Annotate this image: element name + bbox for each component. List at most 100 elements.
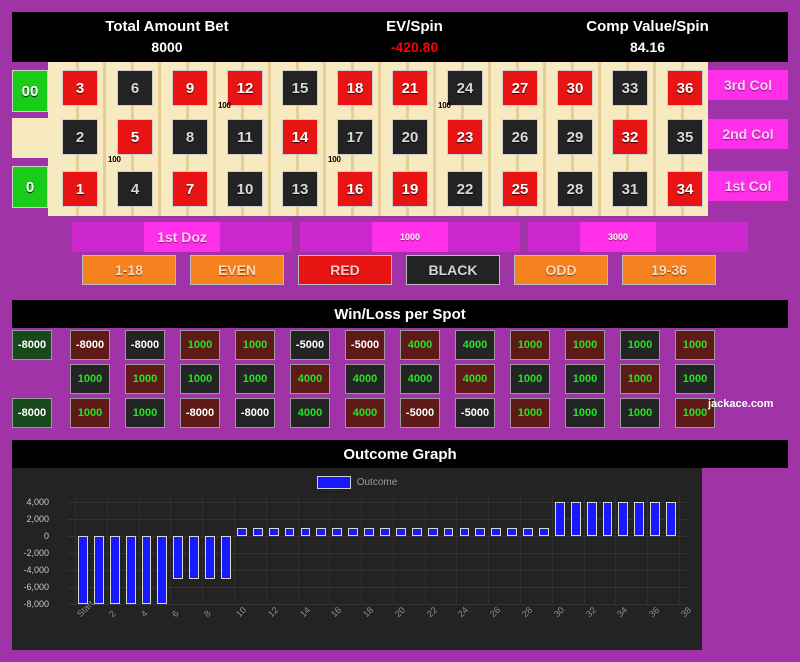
winloss-cell: 1000 — [180, 330, 220, 360]
chart-bar — [93, 536, 104, 604]
bet-cell-6[interactable]: 6 — [117, 70, 153, 106]
bet-cell-33[interactable]: 33 — [612, 70, 648, 106]
outside-bet-red[interactable]: RED — [298, 255, 392, 285]
winloss-cell: -8000 — [235, 398, 275, 428]
chart-bar — [173, 536, 184, 579]
bet-cell-11[interactable]: 11 — [227, 119, 263, 155]
dozen-bet-amount[interactable]: 3000 — [580, 222, 656, 252]
bet-cell-31[interactable]: 31 — [612, 171, 648, 207]
column-bet-1st-col[interactable]: 1st Col — [708, 171, 788, 201]
chart-bar — [666, 502, 677, 537]
bet-cell-18[interactable]: 18 — [337, 70, 373, 106]
stat-label: EV/Spin — [386, 18, 443, 36]
stats-header: Total Amount Bet 8000 EV/Spin -420.80 Co… — [12, 12, 788, 62]
chart-y-tick-label: -4,000 — [23, 565, 49, 576]
legend-label-outcome: Outcome — [356, 476, 398, 488]
bet-cell-32[interactable]: 32 — [612, 119, 648, 155]
chart-bar — [77, 536, 88, 604]
winloss-cell: 1000 — [620, 398, 660, 428]
chart-x-tick-label: 4 — [138, 608, 150, 620]
chart-x-tick-label: 34 — [615, 604, 630, 620]
winloss-cell: 4000 — [455, 330, 495, 360]
chart-bar — [491, 527, 502, 537]
column-bet-3rd-col[interactable]: 3rd Col — [708, 70, 788, 100]
bet-cell-28[interactable]: 28 — [557, 171, 593, 207]
chart-x-tick-label: 20 — [392, 604, 408, 620]
bet-cell-9[interactable]: 9 — [172, 70, 208, 106]
bet-cell-7[interactable]: 7 — [172, 171, 208, 207]
bet-cell-00[interactable]: 00 — [12, 70, 48, 112]
chart-bar — [380, 527, 390, 537]
chart-bar — [618, 502, 629, 537]
bet-cell-4[interactable]: 4 — [117, 171, 153, 207]
chart-x-tick-label: 38 — [679, 604, 694, 620]
chart-bar — [157, 536, 168, 604]
column-bet-2nd-col[interactable]: 2nd Col — [708, 119, 788, 149]
chart-vertical-gridline — [202, 494, 204, 604]
split-bet-chip[interactable]: 100 — [438, 101, 451, 110]
winloss-cell: 1000 — [620, 364, 660, 394]
chart-bar — [634, 502, 645, 537]
chart-bar — [507, 527, 518, 537]
bet-cell-12[interactable]: 12 — [227, 70, 263, 106]
chart-bar — [189, 536, 200, 579]
bet-cell-21[interactable]: 21 — [392, 70, 428, 106]
dozen-bet-amount[interactable]: 1000 — [372, 222, 448, 252]
bet-cell-30[interactable]: 30 — [557, 70, 593, 106]
bet-cell-1[interactable]: 1 — [62, 171, 98, 207]
bet-cell-26[interactable]: 26 — [502, 119, 538, 155]
bet-cell-0[interactable]: 0 — [12, 166, 48, 208]
outside-bet-1-18[interactable]: 1-18 — [82, 255, 176, 285]
bet-cell-15[interactable]: 15 — [282, 70, 318, 106]
chart-vertical-gridline — [424, 494, 426, 604]
chart-vertical-gridline — [233, 494, 235, 604]
bet-cell-34[interactable]: 34 — [667, 171, 703, 207]
zero-column-spacer — [12, 118, 48, 158]
brand-watermark: jackace.com — [708, 398, 774, 410]
bet-cell-22[interactable]: 22 — [447, 171, 483, 207]
bet-cell-19[interactable]: 19 — [392, 171, 428, 207]
bet-cell-8[interactable]: 8 — [172, 119, 208, 155]
dozen-bet-label[interactable]: 1st Doz — [144, 222, 220, 252]
chart-vertical-gridline — [392, 494, 394, 604]
bet-cell-20[interactable]: 20 — [392, 119, 428, 155]
bet-cell-23[interactable]: 23 — [447, 119, 483, 155]
bet-cell-2[interactable]: 2 — [62, 119, 98, 155]
bet-cell-36[interactable]: 36 — [667, 70, 703, 106]
chart-bar — [459, 527, 470, 537]
split-bet-chip[interactable]: 100 — [108, 155, 121, 164]
bet-cell-10[interactable]: 10 — [227, 171, 263, 207]
outside-bet-odd[interactable]: ODD — [514, 255, 608, 285]
winloss-cell: 1000 — [675, 364, 715, 394]
bet-cell-13[interactable]: 13 — [282, 171, 318, 207]
chart-y-tick-label: 4,000 — [26, 497, 49, 508]
winloss-cell: 1000 — [235, 330, 275, 360]
winloss-grid: -8000 -8000 -8000 1000 1000 -8000 1000 1000 1000… — [12, 330, 788, 428]
winloss-cell: -8000 — [180, 398, 220, 428]
chart-vertical-gridline — [456, 494, 458, 604]
outside-bet-19-36[interactable]: 19-36 — [622, 255, 716, 285]
split-bet-chip[interactable]: 100 — [328, 155, 341, 164]
bet-cell-24[interactable]: 24 — [447, 70, 483, 106]
bet-cell-3[interactable]: 3 — [62, 70, 98, 106]
outside-bet-even[interactable]: EVEN — [190, 255, 284, 285]
felt-stripe — [103, 62, 106, 216]
chart-y-tick-label: 2,000 — [26, 514, 49, 525]
chart-bar — [602, 502, 613, 537]
chart-vertical-gridline — [170, 494, 172, 604]
bet-cell-27[interactable]: 27 — [502, 70, 538, 106]
bet-cell-14[interactable]: 14 — [282, 119, 318, 155]
bet-cell-29[interactable]: 29 — [557, 119, 593, 155]
split-bet-chip[interactable]: 100 — [218, 101, 231, 110]
outcome-graph: Outcome 4,000 2,000 0 -2,000 -4,000 -6,000 -8,… — [12, 468, 702, 650]
chart-vertical-gridline — [361, 494, 363, 604]
bet-cell-5[interactable]: 5 — [117, 119, 153, 155]
bet-cell-16[interactable]: 16 — [337, 171, 373, 207]
bet-cell-17[interactable]: 17 — [337, 119, 373, 155]
chart-bar — [205, 536, 215, 579]
outside-bet-black[interactable]: BLACK — [406, 255, 500, 285]
bet-cell-25[interactable]: 25 — [502, 171, 538, 207]
winloss-cell: -5000 — [400, 398, 440, 428]
bet-cell-35[interactable]: 35 — [667, 119, 703, 155]
felt-stripe — [488, 62, 491, 216]
